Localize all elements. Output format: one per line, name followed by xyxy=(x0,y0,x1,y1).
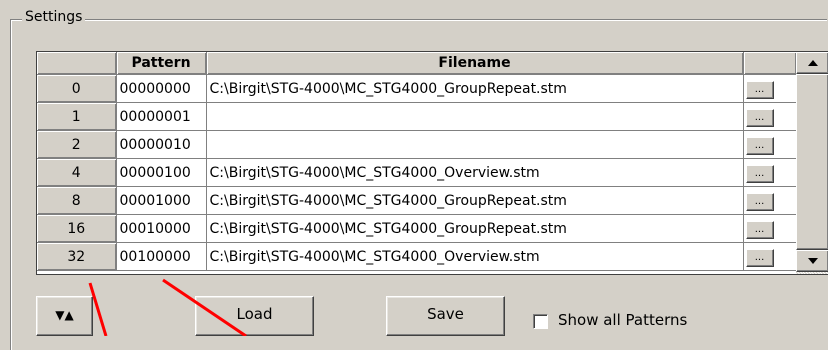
arrow-down-icon xyxy=(807,258,818,264)
pattern-cell[interactable]: 00001000 xyxy=(116,186,207,215)
pattern-table: Pattern Filename 0 00000000 C:\Birgit\ST… xyxy=(37,52,797,271)
browse-button[interactable]: ... xyxy=(745,81,774,99)
browse-cell: ... xyxy=(743,214,797,243)
header-index[interactable] xyxy=(37,52,117,75)
browse-cell: ... xyxy=(743,158,797,187)
settings-title: Settings xyxy=(22,8,86,26)
table-row[interactable]: 32 00100000 C:\Birgit\STG-4000\MC_STG400… xyxy=(37,242,797,271)
header-filename[interactable]: Filename xyxy=(206,52,744,75)
table-row[interactable]: 16 00010000 C:\Birgit\STG-4000\MC_STG400… xyxy=(37,214,797,243)
browse-cell: ... xyxy=(743,74,797,103)
filename-cell[interactable] xyxy=(206,102,744,131)
pattern-cell[interactable]: 00000010 xyxy=(116,130,207,159)
filename-cell[interactable]: C:\Birgit\STG-4000\MC_STG4000_Overview.s… xyxy=(206,242,744,271)
pattern-cell[interactable]: 00000001 xyxy=(116,102,207,131)
browse-button[interactable]: ... xyxy=(745,193,774,211)
show-all-patterns-label[interactable]: Show all Patterns xyxy=(558,311,687,329)
load-button[interactable]: Load xyxy=(195,296,314,336)
filename-cell[interactable] xyxy=(206,130,744,159)
pattern-cell[interactable]: 00000100 xyxy=(116,158,207,187)
table-row[interactable]: 1 00000001 ... xyxy=(37,102,797,131)
browse-button[interactable]: ... xyxy=(745,109,774,127)
pattern-cell[interactable]: 00000000 xyxy=(116,74,207,103)
row-index[interactable]: 2 xyxy=(37,130,117,159)
show-all-patterns-checkbox[interactable] xyxy=(533,314,548,329)
row-index[interactable]: 16 xyxy=(37,214,117,243)
browse-button[interactable]: ... xyxy=(745,221,774,239)
table-header-row: Pattern Filename xyxy=(37,52,797,75)
pattern-cell[interactable]: 00010000 xyxy=(116,214,207,243)
scroll-up-button[interactable] xyxy=(796,52,828,74)
row-index[interactable]: 1 xyxy=(37,102,117,131)
header-browse[interactable] xyxy=(743,52,797,75)
table-row[interactable]: 8 00001000 C:\Birgit\STG-4000\MC_STG4000… xyxy=(37,186,797,215)
table-row[interactable]: 0 00000000 C:\Birgit\STG-4000\MC_STG4000… xyxy=(37,74,797,103)
filename-cell[interactable]: C:\Birgit\STG-4000\MC_STG4000_GroupRepea… xyxy=(206,186,744,215)
row-index[interactable]: 8 xyxy=(37,186,117,215)
table-row[interactable]: 4 00000100 C:\Birgit\STG-4000\MC_STG4000… xyxy=(37,158,797,187)
row-index[interactable]: 32 xyxy=(37,242,117,271)
browse-button[interactable]: ... xyxy=(745,249,774,267)
save-button[interactable]: Save xyxy=(386,296,505,336)
vertical-scrollbar[interactable] xyxy=(796,52,828,274)
row-index[interactable]: 0 xyxy=(37,74,117,103)
table-row[interactable]: 2 00000010 ... xyxy=(37,130,797,159)
header-pattern[interactable]: Pattern xyxy=(116,52,207,75)
browse-cell: ... xyxy=(743,102,797,131)
browse-cell: ... xyxy=(743,186,797,215)
filename-cell[interactable]: C:\Birgit\STG-4000\MC_STG4000_Overview.s… xyxy=(206,158,744,187)
browse-cell: ... xyxy=(743,242,797,271)
arrow-up-icon xyxy=(807,60,818,66)
browse-cell: ... xyxy=(743,130,797,159)
pattern-cell[interactable]: 00100000 xyxy=(116,242,207,271)
scroll-down-button[interactable] xyxy=(796,250,828,272)
sort-button[interactable]: ▼▲ xyxy=(36,296,93,336)
filename-cell[interactable]: C:\Birgit\STG-4000\MC_STG4000_GroupRepea… xyxy=(206,214,744,243)
scroll-thumb[interactable] xyxy=(796,74,828,250)
browse-button[interactable]: ... xyxy=(745,165,774,183)
row-index[interactable]: 4 xyxy=(37,158,117,187)
browse-button[interactable]: ... xyxy=(745,137,774,155)
pattern-grid: Pattern Filename 0 00000000 C:\Birgit\ST… xyxy=(36,51,828,275)
filename-cell[interactable]: C:\Birgit\STG-4000\MC_STG4000_GroupRepea… xyxy=(206,74,744,103)
